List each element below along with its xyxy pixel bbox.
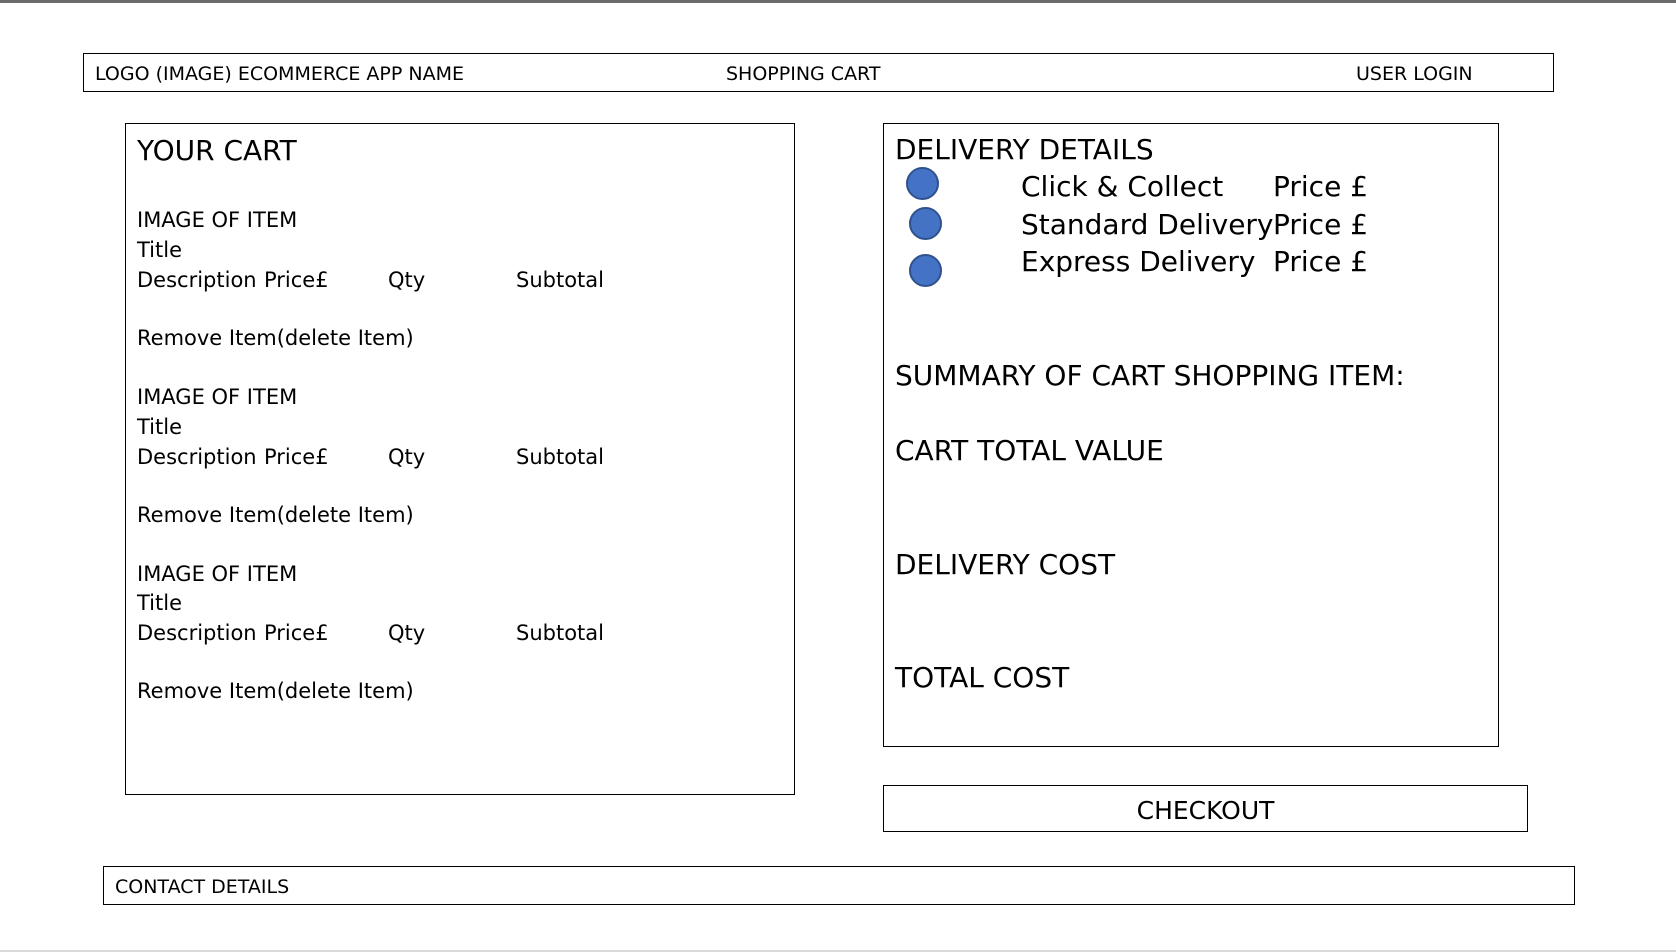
item-subtotal: Subtotal: [516, 621, 604, 645]
radio-button[interactable]: [909, 254, 942, 287]
item-qty[interactable]: Qty: [388, 623, 425, 644]
delivery-option-label: Click & Collect: [1021, 170, 1224, 203]
item-price: Price£: [264, 621, 329, 645]
item-image: IMAGE OF ITEM: [137, 562, 298, 586]
delivery-option-price: Price £: [1273, 208, 1369, 241]
summary-heading: SUMMARY OF CART SHOPPING ITEM:: [895, 359, 1405, 392]
item-subtotal: Subtotal: [516, 445, 604, 469]
app-logo-name[interactable]: LOGO (IMAGE) ECOMMERCE APP NAME: [95, 65, 464, 84]
item-description: Description: [137, 621, 257, 645]
checkout-button[interactable]: CHECKOUT: [883, 785, 1528, 832]
cart-panel: YOUR CART IMAGE OF ITEM Title Descriptio…: [125, 123, 795, 795]
item-image: IMAGE OF ITEM: [137, 208, 298, 232]
contact-details-link[interactable]: CONTACT DETAILS: [115, 878, 289, 897]
item-image: IMAGE OF ITEM: [137, 385, 298, 409]
footer-bar: CONTACT DETAILS: [103, 866, 1575, 905]
item-subtotal: Subtotal: [516, 268, 604, 292]
item-title: Title: [137, 415, 183, 439]
header-bar: LOGO (IMAGE) ECOMMERCE APP NAME SHOPPING…: [83, 53, 1554, 92]
delivery-cost: DELIVERY COST: [895, 548, 1116, 581]
delivery-option-price: Price £: [1273, 170, 1369, 203]
delivery-option-label: Standard Delivery: [1021, 208, 1274, 241]
remove-item-link[interactable]: Remove Item(delete Item): [137, 505, 414, 526]
item-price: Price£: [264, 268, 329, 292]
item-description: Description: [137, 445, 257, 469]
user-login-link[interactable]: USER LOGIN: [1356, 65, 1473, 84]
cart-title: YOUR CART: [137, 134, 297, 167]
total-cost: TOTAL COST: [895, 661, 1070, 694]
cart-total-value: CART TOTAL VALUE: [895, 434, 1164, 467]
delivery-panel: DELIVERY DETAILS Click & Collect Price £…: [883, 123, 1499, 747]
top-divider: [0, 0, 1676, 3]
radio-button[interactable]: [909, 207, 942, 240]
remove-item-link[interactable]: Remove Item(delete Item): [137, 328, 414, 349]
item-qty[interactable]: Qty: [388, 270, 425, 291]
delivery-option-label: Express Delivery: [1021, 245, 1256, 278]
delivery-option-price: Price £: [1273, 245, 1369, 278]
item-title: Title: [137, 591, 183, 615]
item-price: Price£: [264, 445, 329, 469]
page-title: SHOPPING CART: [726, 63, 881, 85]
item-description: Description: [137, 268, 257, 292]
delivery-title: DELIVERY DETAILS: [895, 133, 1154, 166]
item-qty[interactable]: Qty: [388, 447, 425, 468]
radio-button[interactable]: [906, 167, 939, 200]
remove-item-link[interactable]: Remove Item(delete Item): [137, 681, 414, 702]
item-title: Title: [137, 238, 183, 262]
checkout-label: CHECKOUT: [1136, 796, 1275, 825]
